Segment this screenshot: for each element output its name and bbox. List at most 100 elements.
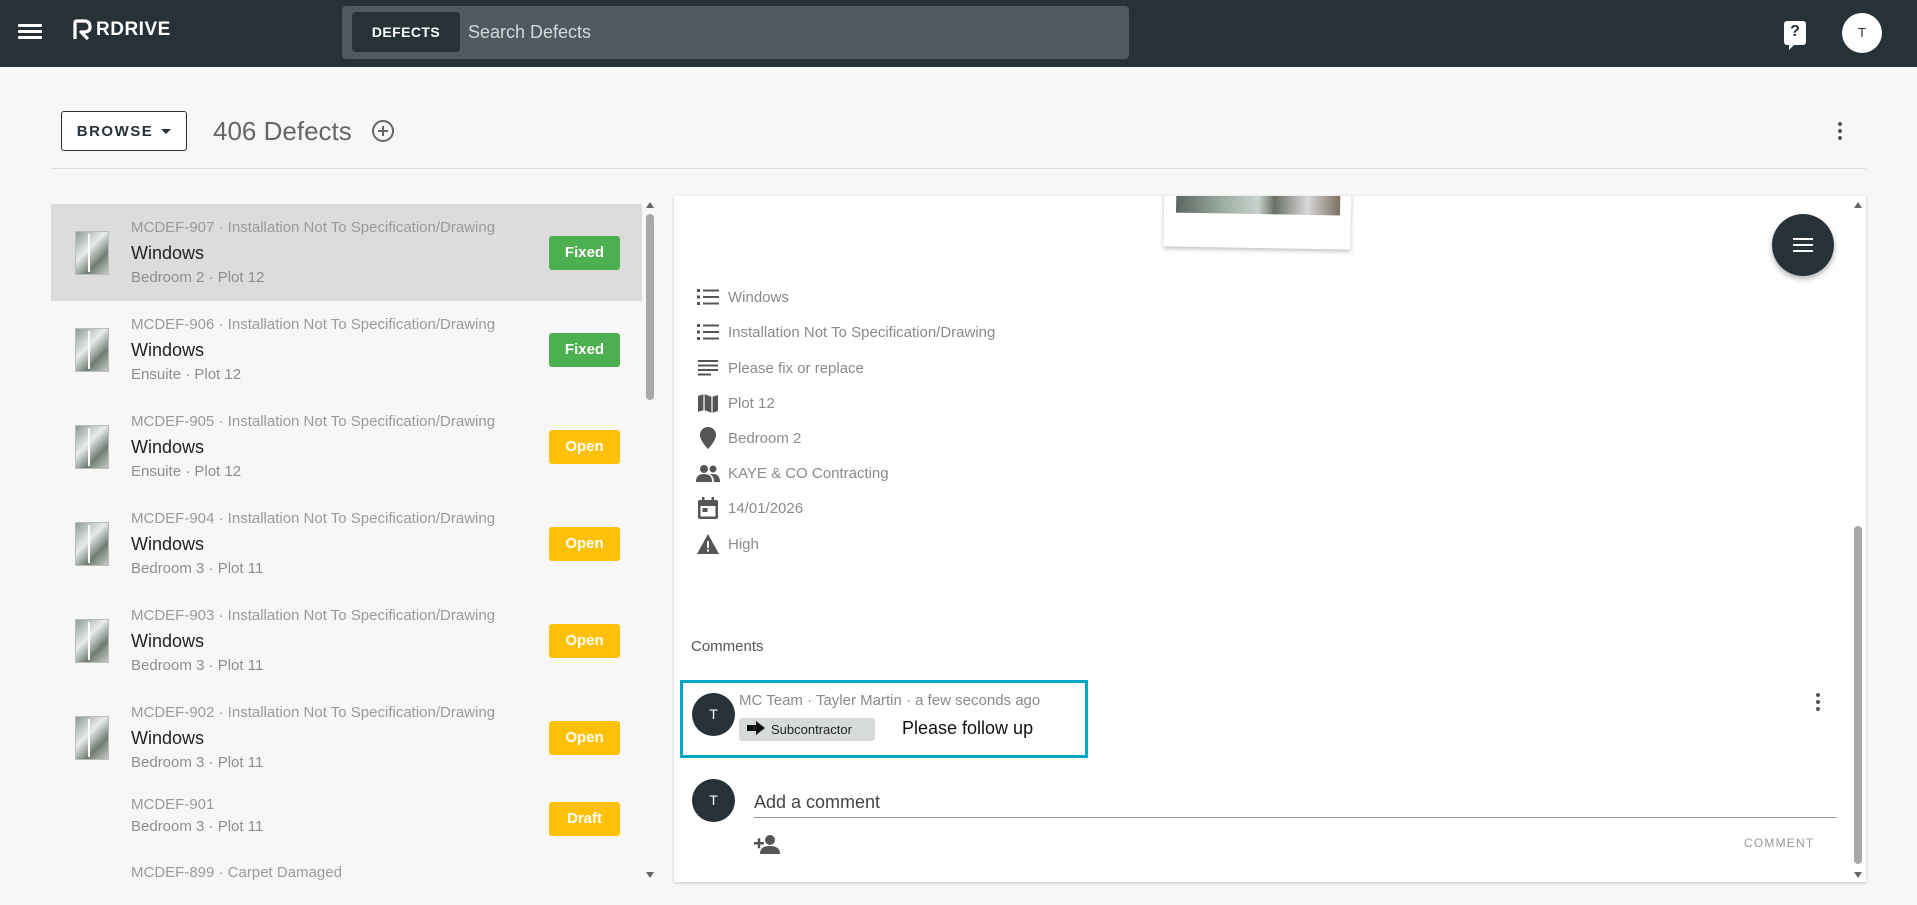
property-priority: High	[696, 532, 759, 556]
defect-location: Bedroom 3 · Plot 11	[131, 754, 264, 771]
browse-label: BROWSE	[76, 122, 154, 140]
property-plot: Plot 12	[696, 391, 775, 415]
status-badge: Open	[549, 624, 620, 658]
search-scope-chip[interactable]: DEFECTS	[352, 12, 460, 52]
search-input[interactable]	[468, 12, 1108, 52]
defect-list-item[interactable]: MCDEF-903 · Installation Not To Specific…	[51, 592, 642, 689]
list-icon	[696, 285, 720, 309]
status-badge: Open	[549, 527, 620, 561]
defect-name: Windows	[131, 243, 205, 263]
defect-list-item[interactable]: MCDEF-907 · Installation Not To Specific…	[51, 204, 642, 301]
defect-ref: MCDEF-901	[131, 796, 215, 813]
menu-icon[interactable]	[18, 21, 42, 45]
status-badge: Draft	[549, 802, 620, 836]
property-text: Windows	[728, 288, 789, 306]
comment-submit-button[interactable]: COMMENT	[1744, 836, 1814, 850]
browse-button[interactable]: BROWSE	[61, 111, 187, 151]
comment-meta: MC Team · Tayler Martin · a few seconds …	[739, 692, 1041, 709]
top-bar: RDRIVE DEFECTS ? T	[0, 0, 1917, 67]
add-person-icon[interactable]	[754, 834, 780, 854]
property-due-date: 14/01/2026	[696, 496, 803, 520]
map-icon	[696, 391, 720, 415]
add-circle-icon[interactable]	[372, 120, 394, 142]
help-icon[interactable]: ?	[1784, 21, 1806, 50]
defect-location: Ensuite · Plot 12	[131, 463, 242, 480]
property-text: 14/01/2026	[728, 499, 804, 517]
defect-list-item[interactable]: MCDEF-901 Bedroom 3 · Plot 11 Draft	[51, 786, 642, 856]
more-vert-icon[interactable]	[1838, 122, 1842, 143]
defect-location: Bedroom 3 · Plot 11	[131, 560, 264, 577]
user-avatar[interactable]: T	[1842, 13, 1882, 53]
status-badge: Fixed	[549, 236, 620, 270]
property-text: KAYE & CO Contracting	[728, 464, 889, 482]
property-text: Plot 12	[728, 394, 775, 412]
comment-item: T MC Team · Tayler Martin · a few second…	[680, 680, 1088, 758]
status-badge: Open	[549, 721, 620, 755]
scroll-up-arrow-icon[interactable]	[646, 202, 654, 208]
comment-recipient-label: Subcontractor	[771, 722, 852, 737]
defect-list-item[interactable]: MCDEF-899 · Carpet Damaged	[51, 856, 642, 882]
property-text: Installation Not To Specification/Drawin…	[728, 323, 996, 341]
defect-ref: MCDEF-899 · Carpet Damaged	[131, 864, 342, 881]
property-text: High	[728, 535, 759, 553]
comment-more-vert-icon[interactable]	[1816, 693, 1820, 714]
defect-list-item[interactable]: MCDEF-904 · Installation Not To Specific…	[51, 495, 642, 592]
defect-ref: MCDEF-903 · Installation Not To Specific…	[131, 607, 496, 624]
property-type: Installation Not To Specification/Drawin…	[696, 320, 995, 344]
defect-thumbnail	[75, 522, 109, 566]
property-contractor: KAYE & CO Contracting	[696, 461, 889, 485]
defect-ref: MCDEF-905 · Installation Not To Specific…	[131, 413, 496, 430]
warning-icon	[696, 532, 720, 556]
comments-heading: Comments	[691, 638, 764, 655]
defect-thumbnail	[75, 231, 109, 275]
comment-text: Please follow up	[902, 718, 1034, 738]
logo-icon	[73, 19, 92, 41]
scrollbar-thumb[interactable]	[646, 214, 654, 400]
calendar-icon	[696, 496, 720, 520]
defect-thumbnail	[75, 716, 109, 760]
status-badge: Fixed	[549, 333, 620, 367]
header-divider	[51, 168, 1866, 169]
defect-list-item[interactable]: MCDEF-906 · Installation Not To Specific…	[51, 301, 642, 398]
menu-fab-button[interactable]	[1772, 214, 1834, 276]
defect-name: Windows	[131, 534, 205, 554]
defect-thumbnail	[75, 619, 109, 663]
defect-ref: MCDEF-907 · Installation Not To Specific…	[131, 219, 496, 236]
defect-detail-panel: Windows Installation Not To Specificatio…	[674, 196, 1866, 882]
defect-list-item[interactable]: MCDEF-902 · Installation Not To Specific…	[51, 689, 642, 786]
arrow-right-icon	[747, 721, 765, 738]
defect-name: Windows	[131, 437, 205, 457]
search-bar: DEFECTS	[342, 6, 1129, 59]
defect-list: MCDEF-907 · Installation Not To Specific…	[51, 204, 642, 882]
list-icon	[696, 320, 720, 344]
defect-location: Bedroom 2 · Plot 12	[131, 269, 265, 286]
comment-recipient-chip: Subcontractor	[739, 718, 875, 741]
people-icon	[696, 461, 720, 485]
defect-location: Ensuite · Plot 12	[131, 366, 242, 383]
property-category: Windows	[696, 285, 789, 309]
property-text: Bedroom 2	[728, 429, 802, 447]
comment-avatar: T	[692, 693, 735, 736]
defect-photo[interactable]	[1163, 196, 1352, 250]
page-title: 406 Defects	[213, 116, 352, 146]
notes-icon	[696, 356, 720, 380]
property-text: Please fix or replace	[728, 359, 864, 377]
caret-down-icon	[161, 128, 172, 134]
scroll-up-arrow-icon[interactable]	[1854, 202, 1862, 208]
defect-list-item[interactable]: MCDEF-905 · Installation Not To Specific…	[51, 398, 642, 495]
scroll-down-arrow-icon[interactable]	[1854, 872, 1862, 878]
defect-ref: MCDEF-906 · Installation Not To Specific…	[131, 316, 496, 333]
add-comment-input[interactable]	[754, 788, 1837, 818]
property-location: Bedroom 2	[696, 426, 801, 450]
status-badge: Open	[549, 430, 620, 464]
scroll-down-arrow-icon[interactable]	[646, 872, 654, 878]
defect-name: Windows	[131, 631, 205, 651]
scrollbar-thumb[interactable]	[1854, 526, 1862, 864]
app-logo[interactable]: RDRIVE	[72, 19, 171, 41]
defect-thumbnail	[75, 328, 109, 372]
location-pin-icon	[696, 426, 720, 450]
list-scrollbar[interactable]	[645, 202, 655, 878]
detail-scrollbar[interactable]	[1853, 202, 1863, 878]
defect-thumbnail	[75, 425, 109, 469]
defect-ref: MCDEF-902 · Installation Not To Specific…	[131, 704, 496, 721]
